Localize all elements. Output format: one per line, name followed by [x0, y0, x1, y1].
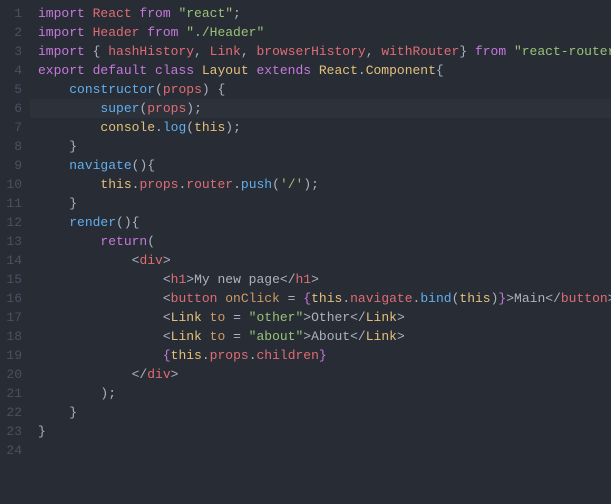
code-line: } — [30, 422, 611, 441]
code-line: } — [30, 194, 611, 213]
line-number: 7 — [4, 118, 22, 137]
code-line — [30, 441, 611, 460]
line-number: 1 — [4, 4, 22, 23]
code-line: ); — [30, 384, 611, 403]
code-line: {this.props.children} — [30, 346, 611, 365]
line-number: 17 — [4, 308, 22, 327]
code-line: export default class Layout extends Reac… — [30, 61, 611, 80]
line-number: 21 — [4, 384, 22, 403]
code-line: <h1>My new page</h1> — [30, 270, 611, 289]
code-area[interactable]: import React from "react";import Header … — [30, 0, 611, 504]
line-number: 18 — [4, 327, 22, 346]
code-line: return( — [30, 232, 611, 251]
line-number: 19 — [4, 346, 22, 365]
line-number: 22 — [4, 403, 22, 422]
line-number: 23 — [4, 422, 22, 441]
line-number: 20 — [4, 365, 22, 384]
line-number: 24 — [4, 441, 22, 460]
code-line: <Link to = "about">About</Link> — [30, 327, 611, 346]
line-number: 16 — [4, 289, 22, 308]
line-number: 8 — [4, 137, 22, 156]
line-number: 5 — [4, 80, 22, 99]
line-number: 13 — [4, 232, 22, 251]
line-number: 9 — [4, 156, 22, 175]
code-line: console.log(this); — [30, 118, 611, 137]
code-line: import { hashHistory, Link, browserHisto… — [30, 42, 611, 61]
line-number: 14 — [4, 251, 22, 270]
code-line: } — [30, 403, 611, 422]
code-line: render(){ — [30, 213, 611, 232]
code-line: this.props.router.push('/'); — [30, 175, 611, 194]
code-line: <Link to = "other">Other</Link> — [30, 308, 611, 327]
code-line: <button onClick = {this.navigate.bind(th… — [30, 289, 611, 308]
gutter: 123456789101112131415161718192021222324 — [0, 0, 30, 504]
code-line: super(props); — [30, 99, 611, 118]
code-editor: 123456789101112131415161718192021222324 … — [0, 0, 611, 504]
line-number: 4 — [4, 61, 22, 80]
code-line: } — [30, 137, 611, 156]
code-line: <div> — [30, 251, 611, 270]
code-line: </div> — [30, 365, 611, 384]
line-number: 15 — [4, 270, 22, 289]
line-number: 11 — [4, 194, 22, 213]
line-number: 3 — [4, 42, 22, 61]
line-number: 6 — [4, 99, 22, 118]
line-number: 12 — [4, 213, 22, 232]
code-line: import React from "react"; — [30, 4, 611, 23]
code-line: navigate(){ — [30, 156, 611, 175]
line-number: 2 — [4, 23, 22, 42]
line-number: 10 — [4, 175, 22, 194]
code-line: constructor(props) { — [30, 80, 611, 99]
code-line: import Header from "./Header" — [30, 23, 611, 42]
